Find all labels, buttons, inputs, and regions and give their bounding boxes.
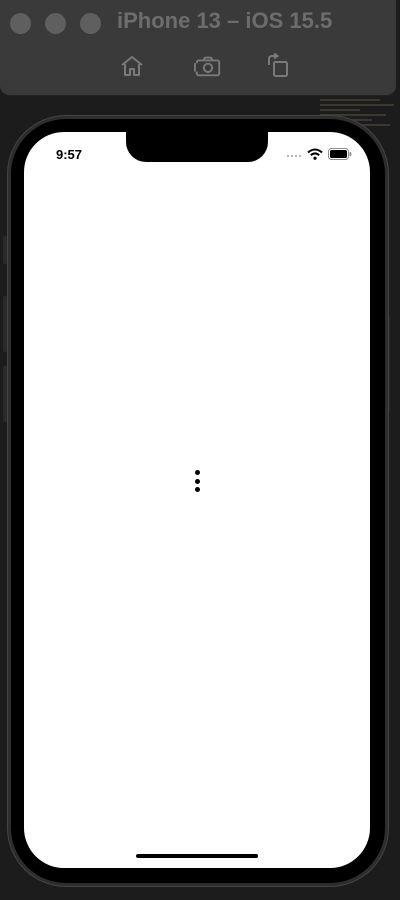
camera-icon <box>194 56 221 77</box>
wifi-icon <box>307 148 323 160</box>
home-indicator[interactable] <box>136 854 258 858</box>
zoom-window-button[interactable] <box>80 13 101 34</box>
device-screen[interactable]: 9:57 <box>24 132 370 868</box>
rotate-icon <box>268 53 288 77</box>
close-window-button[interactable] <box>10 13 31 34</box>
cellular-signal-icon <box>286 154 302 158</box>
window-titlebar: iPhone 13 – iOS 15.5 <box>0 0 396 96</box>
battery-icon <box>328 148 352 160</box>
status-bar-icons <box>286 147 352 161</box>
window-title: iPhone 13 – iOS 15.5 <box>117 8 333 33</box>
notch <box>126 132 268 162</box>
home-icon <box>121 56 143 76</box>
status-bar-time: 9:57 <box>56 147 83 162</box>
screenshot-button[interactable] <box>194 52 222 80</box>
home-button[interactable] <box>118 52 146 80</box>
rotate-button[interactable] <box>264 52 292 80</box>
minimize-window-button[interactable] <box>45 13 66 34</box>
simulator-window: iPhone 13 – iOS 15.5 9:57 <box>0 0 400 900</box>
more-vertical-icon[interactable] <box>192 470 202 492</box>
